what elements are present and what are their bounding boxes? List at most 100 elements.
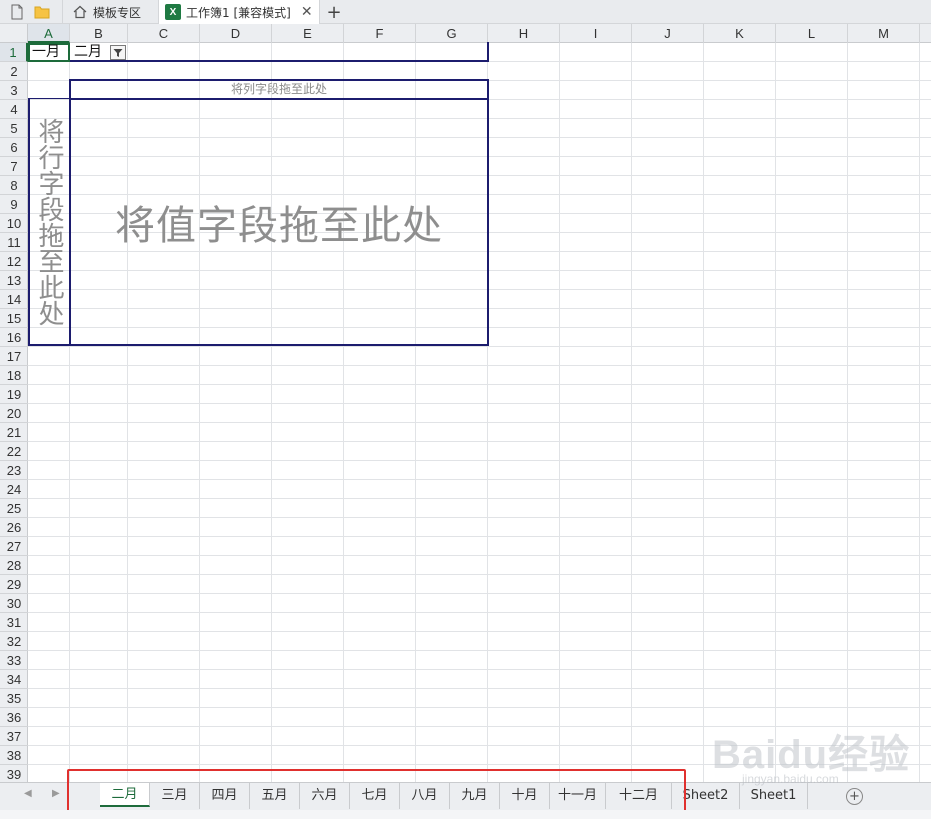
- tab-workbook[interactable]: X 工作簿1 [兼容模式] ✕: [158, 0, 320, 24]
- row-header-35[interactable]: 35: [0, 689, 28, 708]
- pivot-column-hint: 将列字段拖至此处: [230, 82, 327, 96]
- row-header-8[interactable]: 8: [0, 176, 28, 195]
- row-header-10[interactable]: 10: [0, 214, 28, 233]
- row-header-17[interactable]: 17: [0, 347, 28, 366]
- gridline-horizontal: [28, 669, 931, 670]
- sheet-tab-6[interactable]: 八月: [400, 783, 450, 809]
- row-header-34[interactable]: 34: [0, 670, 28, 689]
- home-icon: [73, 5, 87, 19]
- row-header-16[interactable]: 16: [0, 328, 28, 347]
- row-header-2[interactable]: 2: [0, 62, 28, 81]
- sheet-tab-1[interactable]: 三月: [150, 783, 200, 809]
- new-tab-button[interactable]: +: [322, 0, 346, 24]
- column-header-C[interactable]: C: [128, 24, 200, 43]
- new-file-icon[interactable]: [9, 4, 25, 20]
- row-header-12[interactable]: 12: [0, 252, 28, 271]
- sheet-tab-5[interactable]: 七月: [350, 783, 400, 809]
- cell-A1[interactable]: 一月: [28, 43, 70, 62]
- next-sheet-arrow-icon[interactable]: ▶: [52, 788, 60, 799]
- column-header-K[interactable]: K: [704, 24, 776, 43]
- row-header-14[interactable]: 14: [0, 290, 28, 309]
- gridline-horizontal: [28, 365, 931, 366]
- row-header-39[interactable]: 39: [0, 765, 28, 782]
- close-icon[interactable]: ✕: [301, 4, 313, 20]
- column-header-M[interactable]: M: [848, 24, 920, 43]
- row-header-11[interactable]: 11: [0, 233, 28, 252]
- sheet-tab-0[interactable]: 二月: [100, 783, 150, 807]
- gridline-horizontal: [28, 593, 931, 594]
- gridline-horizontal: [28, 555, 931, 556]
- pivot-row-hint: 将行字段拖至此处: [34, 118, 64, 326]
- row-header-24[interactable]: 24: [0, 480, 28, 499]
- sheet-tab-2[interactable]: 四月: [200, 783, 250, 809]
- gridline-horizontal: [28, 384, 931, 385]
- folder-icon[interactable]: [34, 4, 50, 20]
- row-header-27[interactable]: 27: [0, 537, 28, 556]
- title-tab-bar: 模板专区 X 工作簿1 [兼容模式] ✕ +: [0, 0, 931, 24]
- row-header-37[interactable]: 37: [0, 727, 28, 746]
- row-header-18[interactable]: 18: [0, 366, 28, 385]
- sheet-tab-9[interactable]: 十一月: [550, 783, 606, 809]
- gridline-horizontal: [28, 403, 931, 404]
- add-sheet-icon[interactable]: +: [846, 788, 863, 805]
- column-header-A[interactable]: A: [28, 24, 70, 43]
- row-header-28[interactable]: 28: [0, 556, 28, 575]
- column-header-D[interactable]: D: [200, 24, 272, 43]
- sheet-tab-11[interactable]: Sheet2: [672, 783, 740, 809]
- row-header-19[interactable]: 19: [0, 385, 28, 404]
- column-header-L[interactable]: L: [776, 24, 848, 43]
- prev-sheet-arrow-icon[interactable]: ◀: [24, 788, 32, 799]
- sheet-tab-4[interactable]: 六月: [300, 783, 350, 809]
- row-header-25[interactable]: 25: [0, 499, 28, 518]
- tab-template-zone[interactable]: 模板专区: [62, 0, 158, 24]
- sheet-tab-10[interactable]: 十二月: [606, 783, 672, 809]
- row-header-29[interactable]: 29: [0, 575, 28, 594]
- sheet-tab-3[interactable]: 五月: [250, 783, 300, 809]
- row-header-33[interactable]: 33: [0, 651, 28, 670]
- row-header-15[interactable]: 15: [0, 309, 28, 328]
- gridline-horizontal: [28, 536, 931, 537]
- gridline-horizontal: [28, 460, 931, 461]
- column-header-E[interactable]: E: [272, 24, 344, 43]
- pivot-filter-area: [70, 42, 489, 62]
- row-header-38[interactable]: 38: [0, 746, 28, 765]
- column-header-F[interactable]: F: [344, 24, 416, 43]
- row-header-7[interactable]: 7: [0, 157, 28, 176]
- gridline-horizontal: [28, 479, 931, 480]
- row-header-4[interactable]: 4: [0, 100, 28, 119]
- spreadsheet-grid[interactable]: ABCDEFGHIJKLM 1 2 3 4 5 6 7 8 9 10 11 12 13 14 15 16 17 1…: [0, 24, 931, 782]
- gridline-horizontal: [28, 346, 931, 347]
- row-header-26[interactable]: 26: [0, 518, 28, 537]
- gridline-horizontal: [28, 631, 931, 632]
- sheet-tab-7[interactable]: 九月: [450, 783, 500, 809]
- sheet-tab-8[interactable]: 十月: [500, 783, 550, 809]
- row-header-36[interactable]: 36: [0, 708, 28, 727]
- row-header-31[interactable]: 31: [0, 613, 28, 632]
- gridline-vertical: [775, 43, 776, 782]
- row-header-23[interactable]: 23: [0, 461, 28, 480]
- column-header-I[interactable]: I: [560, 24, 632, 43]
- gridline-horizontal: [28, 612, 931, 613]
- column-header-J[interactable]: J: [632, 24, 704, 43]
- row-header-13[interactable]: 13: [0, 271, 28, 290]
- row-header-30[interactable]: 30: [0, 594, 28, 613]
- gridline-horizontal: [28, 650, 931, 651]
- tab-label: 工作簿1 [兼容模式]: [186, 5, 291, 20]
- row-header-22[interactable]: 22: [0, 442, 28, 461]
- row-header-20[interactable]: 20: [0, 404, 28, 423]
- column-header-G[interactable]: G: [416, 24, 488, 43]
- column-header-B[interactable]: B: [70, 24, 128, 43]
- row-header-1[interactable]: 1: [0, 43, 28, 62]
- row-header-6[interactable]: 6: [0, 138, 28, 157]
- status-bar: [0, 810, 931, 819]
- gridline-horizontal: [28, 707, 931, 708]
- select-all-corner[interactable]: [0, 24, 28, 43]
- row-header-5[interactable]: 5: [0, 119, 28, 138]
- gridline-vertical: [703, 43, 704, 782]
- row-header-32[interactable]: 32: [0, 632, 28, 651]
- row-header-21[interactable]: 21: [0, 423, 28, 442]
- row-header-3[interactable]: 3: [0, 81, 28, 100]
- row-header-9[interactable]: 9: [0, 195, 28, 214]
- column-header-H[interactable]: H: [488, 24, 560, 43]
- sheet-tab-12[interactable]: Sheet1: [740, 783, 808, 809]
